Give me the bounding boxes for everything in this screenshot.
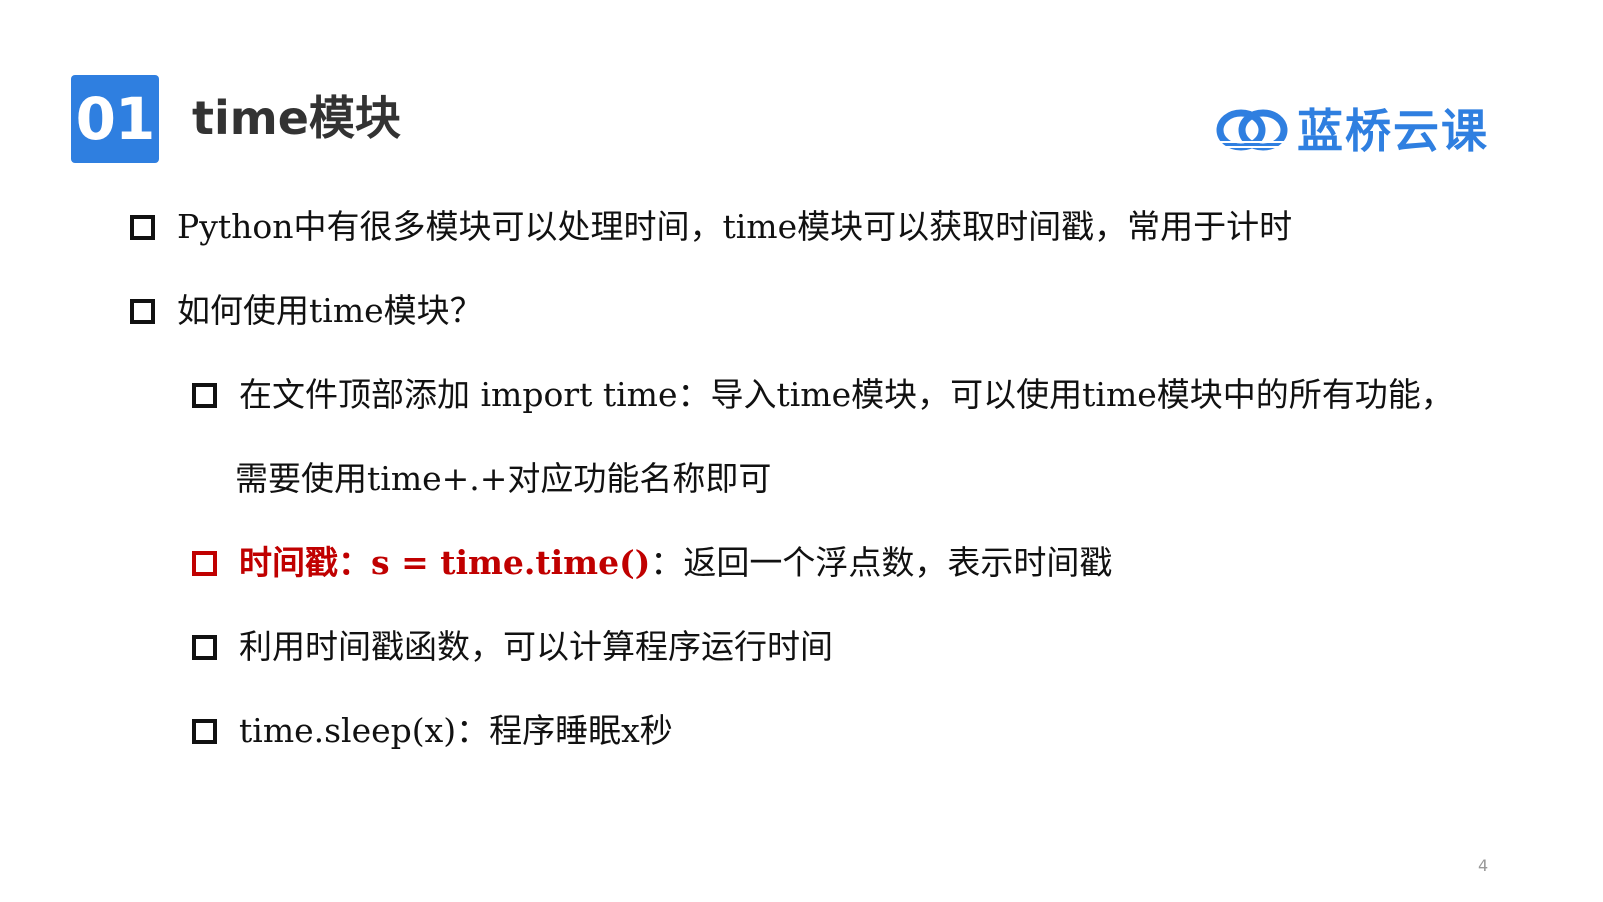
- section-number-badge: 01: [71, 75, 159, 163]
- bullet-item-1: Python中有很多模块可以处理时间，time模块可以获取时间戳，常用于计时: [130, 205, 1292, 249]
- slide-title: time模块: [192, 91, 401, 145]
- swirl-logo-icon: [1216, 109, 1288, 151]
- bullet-text: ：返回一个浮点数，表示时间戳: [650, 543, 1113, 582]
- bullet-text-continuation: 需要使用time+.+对应功能名称即可: [235, 459, 772, 498]
- bullet-text: 如何使用time模块？: [177, 291, 483, 330]
- sub-bullet-item-4: time.sleep(x)：程序睡眠x秒: [192, 709, 673, 753]
- sub-bullet-item-timestamp: 时间戳：s = time.time() ：返回一个浮点数，表示时间戳: [192, 541, 1112, 585]
- checkbox-bullet-icon: [192, 382, 217, 408]
- checkbox-bullet-icon: [130, 214, 155, 240]
- brand-name: 蓝桥云课: [1297, 104, 1489, 158]
- checkbox-bullet-icon: [192, 550, 217, 576]
- brand-logo: 蓝桥云课: [1215, 103, 1489, 159]
- bullet-item-2: 如何使用time模块？: [130, 289, 483, 333]
- checkbox-bullet-icon: [192, 718, 217, 744]
- bullet-text: 利用时间戳函数，可以计算程序运行时间: [239, 627, 833, 666]
- checkbox-bullet-icon: [130, 298, 155, 324]
- page-number: 4: [1478, 856, 1489, 875]
- bullet-text: 在文件顶部添加 import time：导入time模块，可以使用time模块中…: [239, 375, 1454, 414]
- checkbox-bullet-icon: [192, 634, 217, 660]
- bullet-text: time.sleep(x)：程序睡眠x秒: [239, 711, 673, 750]
- highlight-text: 时间戳：s = time.time(): [239, 543, 651, 582]
- sub-bullet-item-1: 在文件顶部添加 import time：导入time模块，可以使用time模块中…: [192, 373, 1454, 417]
- sub-bullet-item-3: 利用时间戳函数，可以计算程序运行时间: [192, 625, 833, 669]
- bullet-text: Python中有很多模块可以处理时间，time模块可以获取时间戳，常用于计时: [177, 207, 1293, 246]
